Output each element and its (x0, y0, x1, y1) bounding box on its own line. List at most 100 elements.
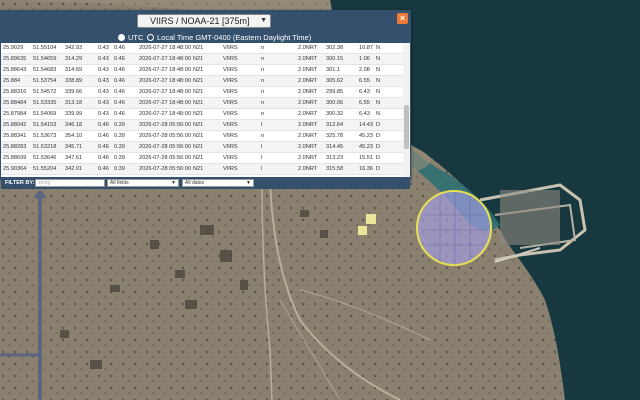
cell-frp: 10.87 (359, 45, 373, 51)
table-row[interactable]: 25.88042 51.54153 346.18 0.46 0.39 2026-07-28… (1, 120, 403, 131)
cell-bright-t31: 299.85 (326, 89, 344, 95)
cell-version: 2.0NRT (298, 78, 318, 84)
cell-satellite: N21 (193, 133, 204, 139)
table-row[interactable]: 25.884 51.53754 338.89 0.43 0.46 2026-07-27 1… (1, 76, 403, 87)
cell-confidence: n (261, 133, 265, 139)
cell-instrument: VIIRS (223, 144, 238, 150)
cell-brightness: 346.18 (65, 122, 83, 128)
cell-track: 0.39 (114, 166, 125, 172)
cell-longitude: 51.53754 (33, 78, 57, 84)
cell-instrument: VIIRS (223, 56, 238, 62)
cell-track: 0.39 (114, 122, 125, 128)
cell-bright-t31: 312.64 (326, 122, 344, 128)
table-row[interactable]: 25.88484 51.53335 313.18 0.43 0.46 2026-07-27… (1, 98, 403, 109)
cell-scan: 0.46 (98, 166, 109, 172)
cell-frp: 45.23 (359, 144, 373, 150)
cell-instrument: VIIRS (223, 166, 238, 172)
cell-track: 0.46 (114, 67, 125, 73)
cell-longitude: 51.53335 (33, 100, 57, 106)
table-row[interactable]: 25.88643 51.54683 314.69 0.43 0.46 2026-07-27… (1, 65, 403, 76)
satellite-select-value: VIIRS / NOAA-21 [375m] (150, 16, 250, 26)
cell-acquired: 2026-07-27 18:48:00 (139, 45, 191, 51)
cell-instrument: VIIRS (223, 155, 238, 161)
utc-label: UTC (128, 33, 144, 42)
cell-satellite: N21 (193, 166, 204, 172)
table-row[interactable]: 25.9029 51.55104 342.93 0.43 0.46 2026-07-27 … (1, 43, 403, 54)
table-row[interactable]: 25.88699 51.53646 347.61 0.46 0.39 2026-07-28… (1, 153, 403, 164)
fields-select[interactable]: All fields ▼ (107, 179, 179, 187)
cell-bright-t31: 300.32 (326, 111, 344, 117)
cell-acquired: 2026-07-28 05:56:00 (139, 166, 191, 172)
cell-brightness: 314.69 (65, 67, 83, 73)
close-button[interactable]: × (397, 13, 408, 24)
chevron-down-icon: ▼ (171, 180, 176, 186)
utc-radio[interactable] (118, 34, 125, 41)
cell-brightness: 347.61 (65, 155, 83, 161)
cell-longitude: 51.54153 (33, 122, 57, 128)
cell-longitude: 51.54572 (33, 89, 57, 95)
cell-frp: 2.08 (359, 67, 370, 73)
cell-scan: 0.43 (98, 45, 109, 51)
cell-acquired: 2026-07-28 05:56:00 (139, 144, 191, 150)
cell-instrument: VIIRS (223, 100, 238, 106)
chevron-down-icon: ▼ (260, 17, 267, 24)
cell-longitude: 51.53646 (33, 155, 57, 161)
cell-scan: 0.46 (98, 122, 109, 128)
table-row[interactable]: 25.90364 51.55204 342.01 0.46 0.39 2026-07-28… (1, 164, 403, 175)
cell-satellite: N21 (193, 144, 204, 150)
satellite-select[interactable]: VIIRS / NOAA-21 [375m] ▼ (137, 14, 271, 28)
cell-satellite: N21 (193, 45, 204, 51)
cell-latitude: 25.88341 (3, 133, 27, 139)
cell-longitude: 51.54069 (33, 111, 57, 117)
cell-frp: 1.06 (359, 56, 370, 62)
cell-bright-t31: 300.15 (326, 56, 344, 62)
cell-frp: 14.43 (359, 122, 373, 128)
cell-acquired: 2026-07-28 05:56:00 (139, 155, 191, 161)
cell-latitude: 25.88643 (3, 67, 27, 73)
cell-track: 0.39 (114, 155, 125, 161)
cell-instrument: VIIRS (223, 89, 238, 95)
cell-daynight: D (376, 144, 381, 150)
table-scrollbar-thumb[interactable] (404, 105, 409, 149)
cell-satellite: N21 (193, 56, 204, 62)
filter-bar: FILTER BY: string All fields ▼ All dates… (1, 177, 410, 189)
filter-input[interactable]: string (35, 179, 105, 187)
cell-version: 2.0NRT (298, 111, 318, 117)
cell-track: 0.46 (114, 45, 125, 51)
cell-daynight: N (376, 45, 381, 51)
cell-scan: 0.46 (98, 155, 109, 161)
cell-version: 2.0NRT (298, 155, 318, 161)
cell-daynight: N (376, 56, 381, 62)
cell-instrument: VIIRS (223, 67, 238, 73)
cell-satellite: N21 (193, 111, 204, 117)
table-row[interactable]: 25.89635 51.54659 314.29 0.43 0.46 2026-07-27… (1, 54, 403, 65)
cell-longitude: 51.54659 (33, 56, 57, 62)
cell-satellite: N21 (193, 67, 204, 73)
cell-bright-t31: 325.78 (326, 133, 344, 139)
cell-satellite: N21 (193, 89, 204, 95)
filter-input-placeholder: string (38, 180, 51, 186)
panel-header: VIIRS / NOAA-21 [375m] ▼ × (1, 11, 410, 32)
table-row[interactable]: 25.87984 51.54069 339.99 0.43 0.46 2026-07-27… (1, 109, 403, 120)
local-time-radio[interactable] (147, 34, 154, 41)
cell-version: 2.0NRT (298, 144, 318, 150)
cell-daynight: N (376, 111, 381, 117)
table-row[interactable]: 25.88341 51.53673 354.10 0.46 0.39 2026-07-28… (1, 131, 403, 142)
cell-acquired: 2026-07-27 18:48:00 (139, 78, 191, 84)
cell-daynight: N (376, 67, 381, 73)
cell-acquired: 2026-07-27 18:48:00 (139, 67, 191, 73)
cell-track: 0.46 (114, 111, 125, 117)
cell-scan: 0.43 (98, 100, 109, 106)
cell-track: 0.46 (114, 56, 125, 62)
cell-daynight: D (376, 166, 381, 172)
cell-satellite: N21 (193, 122, 204, 128)
table-row[interactable]: 25.88316 51.54572 339.66 0.43 0.46 2026-07-27… (1, 87, 403, 98)
fire-data-table: 25.9029 51.55104 342.93 0.43 0.46 2026-07-27 … (1, 43, 403, 177)
cell-latitude: 25.88283 (3, 144, 27, 150)
cell-track: 0.46 (114, 78, 125, 84)
fields-select-value: All fields (110, 180, 129, 186)
table-row[interactable]: 25.88283 51.53218 345.71 0.46 0.39 2026-07-28… (1, 142, 403, 153)
cell-instrument: VIIRS (223, 122, 238, 128)
dates-select[interactable]: All dates ▼ (182, 179, 254, 187)
cell-scan: 0.43 (98, 67, 109, 73)
